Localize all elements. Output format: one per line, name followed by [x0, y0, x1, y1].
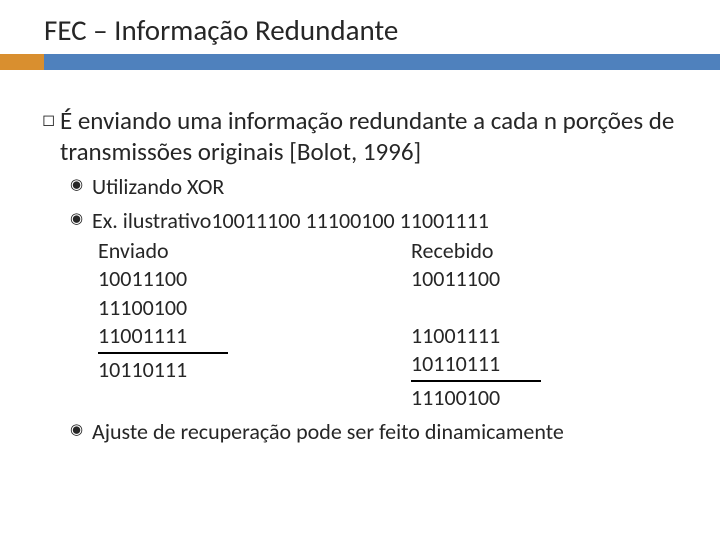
sent-header: Enviado [98, 237, 371, 265]
bullet-text: É enviando uma informação redundante a c… [60, 106, 684, 167]
recv-recovered: 11100100 [411, 384, 684, 412]
accent-bar [0, 54, 720, 70]
slide: FEC – Informação Redundante ◻ É enviando… [0, 0, 720, 540]
bullet-level2: ◉ Ex. ilustrativo10011100 11100100 11001… [70, 207, 684, 235]
accent-orange [0, 54, 44, 70]
sent-value: 10110111 [98, 356, 371, 384]
bullet-level2: ◉ Utilizando XOR [70, 173, 684, 201]
target-bullet-icon: ◉ [70, 207, 92, 229]
received-column: Recebido 10011100 11001111 10110111 1110… [371, 237, 684, 412]
recv-value: 10110111 [411, 350, 684, 378]
target-bullet-icon: ◉ [70, 173, 92, 195]
target-bullet-icon: ◉ [70, 418, 92, 440]
divider-line [98, 352, 228, 354]
square-bullet-icon: ◻ [42, 106, 60, 131]
sent-value: 11001111 [98, 322, 371, 350]
bullet-level2: ◉ Ajuste de recuperação pode ser feito d… [70, 418, 684, 446]
sent-column: Enviado 10011100 11100100 11001111 10110… [98, 237, 371, 412]
accent-blue [44, 54, 720, 70]
bullet-text: Ex. ilustrativo10011100 11100100 1100111… [92, 207, 684, 235]
divider-line [411, 380, 541, 382]
missing-value-gap [411, 294, 684, 322]
sent-value: 11100100 [98, 294, 371, 322]
title-wrap: FEC – Informação Redundante [0, 0, 720, 48]
recv-value: 11001111 [411, 322, 684, 350]
bullet-text: Utilizando XOR [92, 173, 684, 201]
slide-title: FEC – Informação Redundante [44, 12, 720, 48]
bullet-level1: ◻ É enviando uma informação redundante a… [42, 106, 684, 167]
recv-header: Recebido [411, 237, 684, 265]
slide-body: ◻ É enviando uma informação redundante a… [0, 70, 720, 446]
sent-value: 10011100 [98, 265, 371, 293]
recv-value: 10011100 [411, 265, 684, 293]
example-columns: Enviado 10011100 11100100 11001111 10110… [98, 237, 684, 412]
bullet-text: Ajuste de recuperação pode ser feito din… [92, 418, 684, 446]
